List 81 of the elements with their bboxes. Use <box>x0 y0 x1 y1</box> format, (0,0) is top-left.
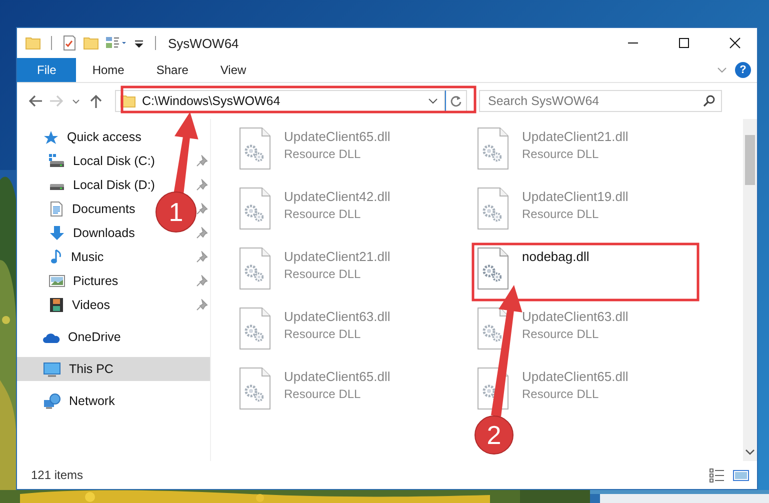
pin-icon[interactable] <box>196 179 208 191</box>
film-strip-icon <box>49 297 64 313</box>
nav-item[interactable]: Music <box>49 247 104 267</box>
back-arrow-icon[interactable] <box>27 94 45 108</box>
close-icon <box>728 37 740 49</box>
pin-icon[interactable] <box>196 155 208 167</box>
document-icon <box>49 201 64 217</box>
file-type: Resource DLL <box>284 147 362 161</box>
file-name[interactable]: UpdateClient65.dll <box>284 129 390 144</box>
maximize-icon <box>678 37 690 49</box>
dll-file-icon[interactable] <box>239 187 271 230</box>
help-button[interactable]: ? <box>735 62 751 78</box>
nav-item[interactable]: Local Disk (D:) <box>49 175 155 195</box>
dll-file-icon[interactable] <box>239 127 271 170</box>
nav-item[interactable]: Local Disk (C:) <box>49 151 155 171</box>
ribbon-tab[interactable]: Share <box>140 58 204 82</box>
landscape-icon <box>49 273 65 289</box>
dll-file-icon[interactable] <box>477 247 509 290</box>
nav-item[interactable]: Network <box>43 391 115 411</box>
dll-file-icon[interactable] <box>477 187 509 230</box>
monitor-icon <box>43 362 61 376</box>
pin-icon[interactable] <box>196 203 208 215</box>
file-name[interactable]: UpdateClient19.dll <box>522 189 628 204</box>
ribbon-tab[interactable]: Home <box>76 58 140 82</box>
ribbon-tab[interactable]: File <box>17 58 76 82</box>
nav-item[interactable]: Downloads <box>49 223 135 243</box>
folder-icon[interactable] <box>83 35 99 51</box>
pin-icon[interactable] <box>196 299 208 311</box>
pin-icon[interactable] <box>196 227 208 239</box>
file-name[interactable]: UpdateClient65.dll <box>284 369 390 384</box>
nav-item[interactable]: Videos <box>49 295 110 315</box>
pin-icon[interactable] <box>196 275 208 287</box>
checklist-icon[interactable] <box>62 35 77 51</box>
nav-item[interactable]: Quick access <box>43 127 142 147</box>
refresh-button[interactable] <box>445 90 467 112</box>
nav-item[interactable]: Pictures <box>49 271 118 291</box>
dll-file-icon[interactable] <box>239 367 271 410</box>
file-name[interactable]: UpdateClient63.dll <box>284 309 390 324</box>
large-icons-view-icon[interactable] <box>733 467 749 483</box>
address-field[interactable]: C:\Windows\SysWOW64 <box>115 90 445 112</box>
drive-icon <box>49 154 65 168</box>
file-name[interactable]: UpdateClient21.dll <box>522 129 628 144</box>
file-name[interactable]: UpdateClient21.dll <box>284 249 390 264</box>
folder-icon[interactable] <box>25 35 41 51</box>
nav-item[interactable]: This PC <box>43 359 114 379</box>
scrollbar-thumb[interactable] <box>745 135 755 185</box>
file-name[interactable]: UpdateClient42.dll <box>284 189 390 204</box>
window-title: SysWOW64 <box>168 36 239 50</box>
chevron-down-icon[interactable] <box>745 449 755 456</box>
properties-icon[interactable] <box>105 35 127 51</box>
refresh-icon <box>450 95 462 107</box>
file-type: Resource DLL <box>522 327 600 341</box>
chevron-down-icon[interactable] <box>428 98 438 104</box>
download-arrow-icon <box>49 225 65 241</box>
item-count: 121 items <box>31 468 84 482</box>
file-type: Resource DLL <box>522 387 600 401</box>
file-type: Resource DLL <box>284 267 362 281</box>
network-globe-icon <box>43 393 61 409</box>
nav-item[interactable]: Documents <box>49 199 136 219</box>
file-type: Resource DLL <box>284 387 362 401</box>
ribbon-tab[interactable]: View <box>204 58 262 82</box>
pin-icon[interactable] <box>196 251 208 263</box>
details-view-icon[interactable] <box>709 467 725 483</box>
file-type: Resource DLL <box>522 147 600 161</box>
nav-item[interactable]: OneDrive <box>43 327 121 347</box>
dll-file-icon[interactable] <box>477 127 509 170</box>
file-type: Resource DLL <box>284 207 362 221</box>
star-icon <box>43 130 59 144</box>
dll-file-icon[interactable] <box>239 247 271 290</box>
dll-file-icon[interactable] <box>239 307 271 350</box>
file-type: Resource DLL <box>522 207 600 221</box>
search-icon[interactable] <box>703 95 715 107</box>
file-name[interactable]: nodebag.dll <box>522 249 590 264</box>
search-field[interactable]: Search SysWOW64 <box>479 90 722 112</box>
file-name[interactable]: UpdateClient65.dll <box>522 369 628 384</box>
music-note-icon <box>49 249 63 265</box>
step-badge: 1 <box>156 192 196 232</box>
step-badge: 2 <box>474 416 514 454</box>
address-path: C:\Windows\SysWOW64 <box>142 94 282 108</box>
file-type: Resource DLL <box>284 327 362 341</box>
file-name[interactable]: UpdateClient63.dll <box>522 309 628 324</box>
